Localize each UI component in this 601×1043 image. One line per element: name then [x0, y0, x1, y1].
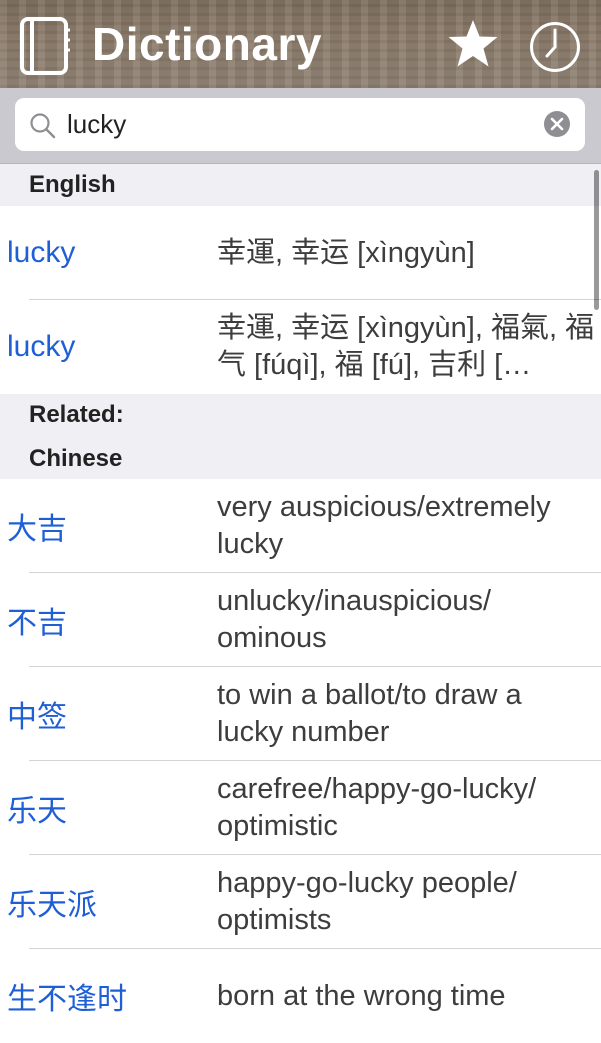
book-icon[interactable]	[18, 16, 70, 81]
list-item[interactable]: 中签 to win a ballot/to draw a lucky numbe…	[0, 667, 601, 761]
search-input[interactable]	[67, 107, 537, 141]
scroll-indicator[interactable]	[594, 170, 599, 310]
entry-term: 中签	[7, 701, 67, 734]
list-item[interactable]: lucky 幸運, 幸运 [xìngyùn], 福氣, 福气 [fúqì], 福…	[0, 300, 601, 394]
list-item[interactable]: 不吉 unlucky/inauspicious/ ominous	[0, 573, 601, 667]
clock-icon[interactable]	[528, 20, 582, 79]
entry-term: lucky	[7, 330, 76, 363]
list-item[interactable]: 乐天 carefree/happy-go-lucky/ optimistic	[0, 761, 601, 855]
entry-definition: 幸運, 幸运 [xìngyùn]	[217, 236, 475, 269]
results-list: English lucky 幸運, 幸运 [xìngyùn] lucky 幸運,…	[0, 164, 601, 1043]
section-header-related: Related:	[0, 394, 601, 436]
entry-definition: carefree/happy-go-lucky/ optimistic	[217, 773, 537, 842]
entry-term: 生不逢时	[7, 983, 127, 1016]
entry-term: 乐天派	[7, 889, 97, 922]
nav-header: Dictionary	[0, 0, 601, 88]
list-item[interactable]: 大吉 very auspicious/extremely lucky	[0, 479, 601, 573]
page-title: Dictionary	[92, 18, 322, 70]
entry-definition: born at the wrong time	[217, 979, 506, 1012]
clear-icon[interactable]	[543, 110, 571, 143]
search-bar	[0, 88, 601, 164]
section-header-english: English	[0, 164, 601, 206]
list-item[interactable]: 生不逢时 born at the wrong time	[0, 949, 601, 1043]
entry-term: 乐天	[7, 795, 67, 828]
list-item[interactable]: 乐天派 happy-go-lucky people/ optimists	[0, 855, 601, 949]
entry-term: 大吉	[7, 513, 67, 546]
entry-term: lucky	[7, 236, 76, 269]
entry-definition: very auspicious/extremely lucky	[217, 491, 551, 560]
entry-definition: 幸運, 幸运 [xìngyùn], 福氣, 福气 [fúqì], 福 [fú],…	[217, 312, 595, 381]
entry-definition: happy-go-lucky people/ optimists	[217, 867, 517, 936]
section-header-chinese: Chinese	[0, 436, 601, 479]
entry-term: 不吉	[7, 607, 67, 640]
search-field[interactable]	[15, 98, 585, 151]
search-icon	[29, 112, 57, 145]
entry-definition: unlucky/inauspicious/ ominous	[217, 585, 492, 654]
list-item[interactable]: lucky 幸運, 幸运 [xìngyùn]	[0, 206, 601, 300]
star-icon[interactable]	[446, 18, 500, 75]
entry-definition: to win a ballot/to draw a lucky number	[217, 679, 522, 748]
